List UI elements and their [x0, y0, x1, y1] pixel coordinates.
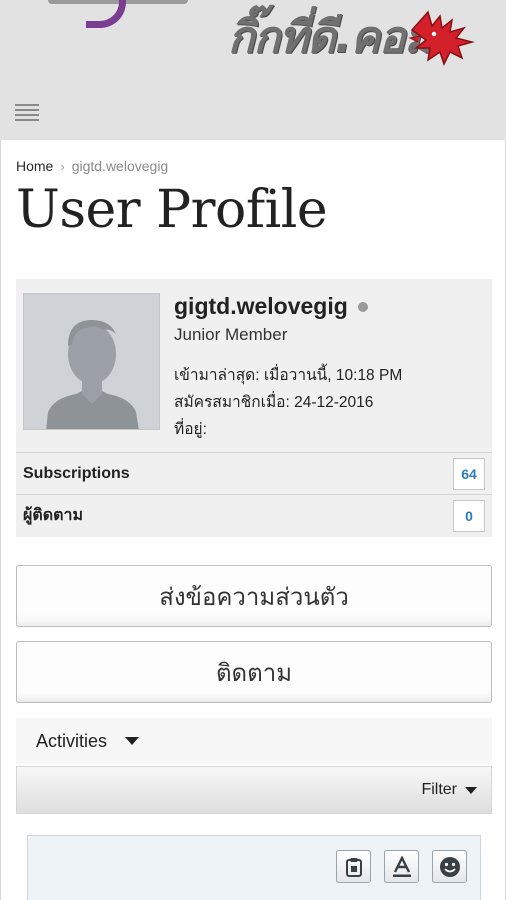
subscriptions-label: Subscriptions: [23, 464, 130, 482]
site-header: กิ๊กที่ดี.คอม: [0, 0, 506, 140]
site-logo-text[interactable]: กิ๊กที่ดี.คอม: [228, 2, 433, 72]
caret-down-icon: [465, 786, 477, 794]
send-private-message-button[interactable]: ส่งข้อความส่วนตัว: [16, 565, 492, 627]
location-info: ที่อยู่:: [174, 421, 207, 438]
composer-toolbar: [336, 850, 467, 883]
subscriptions-row: Subscriptions 64: [16, 452, 492, 494]
filter-button[interactable]: Filter: [421, 781, 477, 799]
followers-count[interactable]: 0: [453, 499, 485, 532]
caret-down-icon: [125, 737, 140, 745]
post-composer[interactable]: [27, 835, 481, 900]
font-format-icon: [392, 855, 411, 877]
hamburger-menu-icon[interactable]: [15, 104, 39, 124]
emoji-button[interactable]: [432, 850, 467, 883]
activities-tab[interactable]: Activities: [16, 718, 492, 764]
subscriptions-count[interactable]: 64: [453, 457, 485, 490]
dragon-logo-icon: [408, 10, 475, 66]
followers-label: ผู้ติดตาม: [23, 507, 84, 524]
filter-bar: Filter: [16, 766, 492, 814]
offline-status-icon: [357, 301, 368, 312]
text-format-button[interactable]: [384, 850, 419, 883]
username-text: gigtd.welovegig: [174, 293, 348, 319]
smiley-icon: [439, 856, 460, 877]
main-content: Home › gigtd.welovegig User Profile gigt…: [0, 140, 506, 900]
followers-row: ผู้ติดตาม 0: [16, 494, 492, 536]
breadcrumb-home-link[interactable]: Home: [16, 158, 53, 174]
chevron-right-icon: ›: [60, 158, 65, 174]
join-date-info: สมัครสมาชิกเมื่อ: 24-12-2016: [174, 394, 374, 411]
follow-button[interactable]: ติดตาม: [16, 641, 492, 703]
avatar[interactable]: [23, 293, 160, 430]
clipboard-icon: [345, 857, 362, 877]
clipboard-paste-button[interactable]: [336, 850, 371, 883]
filter-label: Filter: [421, 781, 457, 798]
default-user-silhouette-icon: [46, 320, 139, 429]
page-title: User Profile: [16, 180, 328, 240]
breadcrumb: Home › gigtd.welovegig: [16, 158, 168, 174]
activities-tab-label: Activities: [36, 730, 108, 751]
logo-swoosh: [86, 0, 126, 28]
profile-card: gigtd.welovegig Junior Member เข้ามาล่าส…: [16, 279, 492, 537]
profile-username: gigtd.welovegig: [174, 293, 368, 320]
last-visit-info: เข้ามาล่าสุด: เมื่อวานนี้, 10:18 PM: [174, 367, 403, 384]
member-rank: Junior Member: [174, 325, 288, 344]
breadcrumb-current: gigtd.welovegig: [71, 158, 169, 174]
